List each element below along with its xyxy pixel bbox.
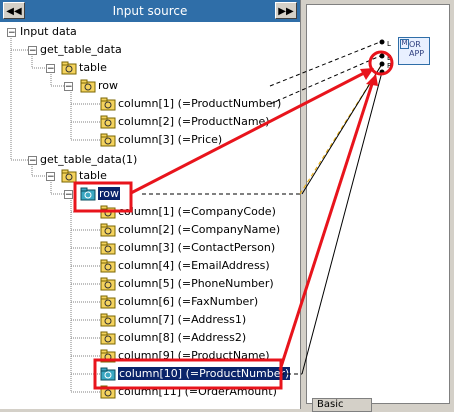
folder-icon (100, 259, 116, 273)
tree-node-row-selected[interactable]: row (80, 185, 121, 203)
tree-node-label: column[5] (=PhoneNumber) (118, 277, 274, 290)
mapping-badge: M (400, 39, 409, 49)
tree-node-get-table-data[interactable]: get_table_data (40, 41, 122, 59)
folder-icon (100, 133, 116, 147)
tree-node-row[interactable]: row (80, 77, 118, 95)
tree-node-column[interactable]: column[3] (=Price) (100, 131, 222, 149)
folder-icon (100, 385, 116, 399)
tree-node-label: Input data (20, 25, 77, 38)
mapping-function-node[interactable]: M OR APP (398, 37, 430, 65)
tree-node-label: table (79, 61, 107, 74)
tree-node-column[interactable]: column[11] (=OrderAmount) (100, 383, 277, 401)
folder-icon (100, 223, 116, 237)
tree-node-label: column[8] (=Address2) (118, 331, 247, 344)
folder-icon (100, 331, 116, 345)
node-label-line2: APP (409, 49, 425, 58)
tree-node-label: column[3] (=ContactPerson) (118, 241, 276, 254)
tree-node-column-selected[interactable]: column[10] (=ProductNumber) (100, 365, 291, 383)
folder-icon (61, 61, 77, 75)
folder-open-icon (100, 367, 116, 381)
tree-node-label: column[9] (=ProductName) (118, 349, 270, 362)
tree-node-label: row (98, 187, 121, 200)
tree-node-column[interactable]: column[1] (=CompanyCode) (100, 203, 276, 221)
expand-toggle-table2[interactable]: − (46, 172, 55, 182)
folder-icon (100, 313, 116, 327)
folder-open-icon (80, 187, 96, 201)
tree-node-label: column[1] (=CompanyCode) (118, 205, 276, 218)
tree-node-column[interactable]: column[1] (=ProductNumber) (100, 95, 281, 113)
tree-node-table[interactable]: table (61, 59, 107, 77)
expand-toggle-table1[interactable]: − (46, 64, 55, 74)
tree-node-input-data[interactable]: Input data (20, 23, 77, 41)
tree-node-column[interactable]: column[5] (=PhoneNumber) (100, 275, 274, 293)
tree-node-label: column[2] (=CompanyName) (118, 223, 281, 236)
tree-node-label: column[1] (=ProductNumber) (118, 97, 282, 110)
folder-icon (61, 169, 77, 183)
tree-node-column[interactable]: column[9] (=ProductName) (100, 347, 270, 365)
tree-node-label: row (98, 79, 119, 92)
folder-icon (100, 241, 116, 255)
expand-toggle-row2[interactable]: − (64, 190, 73, 200)
tree-node-label: column[11] (=OrderAmount) (118, 385, 277, 398)
mapping-canvas-pane: Basic (302, 0, 454, 412)
expand-toggle-func2[interactable]: − (28, 156, 37, 166)
tab-basic[interactable]: Basic (312, 398, 372, 412)
tree-node-column[interactable]: column[3] (=ContactPerson) (100, 239, 275, 257)
tree-node-column[interactable]: column[7] (=Address1) (100, 311, 246, 329)
pane-title: Input source (112, 4, 188, 18)
folder-icon (100, 277, 116, 291)
node-label-line1: OR (409, 40, 421, 49)
tree-node-column[interactable]: column[4] (=EmailAddress) (100, 257, 270, 275)
folder-icon (100, 295, 116, 309)
expand-toggle-row1[interactable]: − (64, 82, 73, 92)
expand-right-button[interactable]: ▶▶ (275, 2, 297, 19)
folder-icon (100, 115, 116, 129)
tree-node-label: table (79, 169, 107, 182)
tree-node-table[interactable]: table (61, 167, 107, 185)
tree-node-label: get_table_data (40, 43, 122, 56)
tree-node-column[interactable]: column[2] (=ProductName) (100, 113, 270, 131)
expand-toggle-root[interactable]: − (7, 28, 16, 38)
tree-node-label: column[7] (=Address1) (118, 313, 247, 326)
tree-node-column[interactable]: column[2] (=CompanyName) (100, 221, 280, 239)
folder-icon (80, 79, 96, 93)
tree-node-label: column[2] (=ProductName) (118, 115, 270, 128)
folder-icon (100, 349, 116, 363)
tree-node-label: column[10] (=ProductNumber) (118, 367, 291, 380)
pane-titlebar: ◀◀ Input source ▶▶ (0, 0, 300, 22)
input-source-pane: ◀◀ Input source ▶▶ − Input data − get_ta… (0, 0, 301, 409)
tree-node-label: column[6] (=FaxNumber) (118, 295, 259, 308)
folder-icon (100, 97, 116, 111)
tree-node-column[interactable]: column[8] (=Address2) (100, 329, 246, 347)
collapse-left-button[interactable]: ◀◀ (3, 2, 25, 19)
expand-toggle-func1[interactable]: − (28, 46, 37, 56)
tree-node-column[interactable]: column[6] (=FaxNumber) (100, 293, 258, 311)
tree-node-label: column[4] (=EmailAddress) (118, 259, 270, 272)
folder-icon (100, 205, 116, 219)
tree-node-label: get_table_data(1) (40, 153, 138, 166)
tree-node-label: column[3] (=Price) (118, 133, 223, 146)
